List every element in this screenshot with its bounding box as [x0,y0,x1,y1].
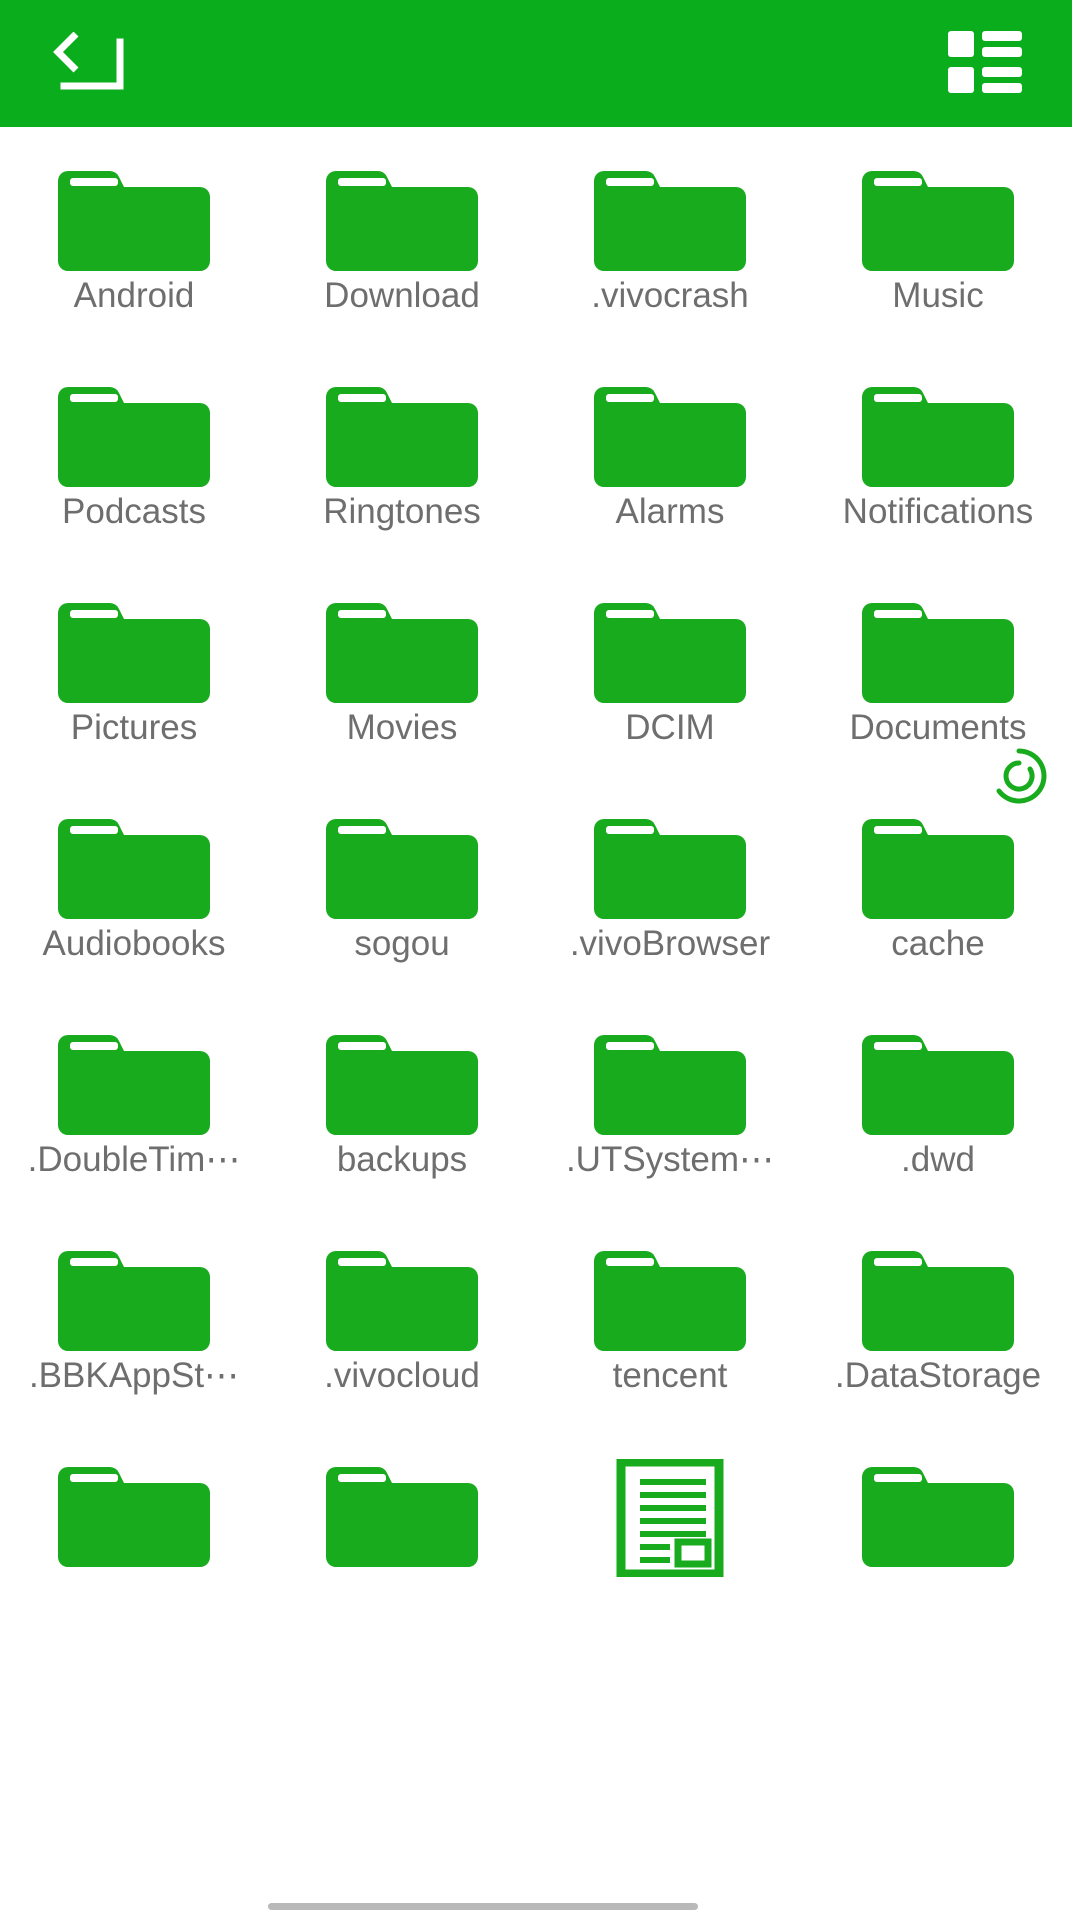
folder-icon [326,145,478,271]
folder-item[interactable]: .DoubleTim⋯ [0,1009,268,1225]
top-app-bar [0,0,1072,127]
folder-item[interactable]: backups [268,1009,536,1225]
item-label: cache [891,924,985,963]
folder-icon [594,793,746,919]
return-arrow-icon [50,31,128,99]
folder-item[interactable]: cache [804,748,1072,1009]
folder-item[interactable]: Documents [804,577,1072,793]
list-view-icon [948,31,1022,96]
file-item[interactable] [536,1441,804,1657]
folder-item[interactable]: Pictures [0,577,268,793]
folder-icon [594,577,746,703]
item-label: .BBKAppSt⋯ [28,1356,240,1395]
folder-icon [58,1441,210,1567]
folder-item[interactable]: Download [268,145,536,361]
folder-item[interactable]: .BBKAppSt⋯ [0,1225,268,1441]
folder-item[interactable]: Music [804,145,1072,361]
folder-item[interactable] [268,1441,536,1657]
file-grid: Android Download .vivocrash Music Podcas… [0,127,1072,1657]
item-label: Notifications [842,492,1034,531]
scrollbar[interactable] [0,1902,1072,1912]
folder-item[interactable]: Android [0,145,268,361]
item-label: DCIM [625,708,715,747]
item-label: Music [892,276,984,315]
item-label: .DoubleTim⋯ [27,1140,241,1179]
folder-icon [862,1009,1014,1135]
folder-icon [58,361,210,487]
item-label: sogou [354,924,450,963]
document-icon [594,1441,746,1577]
item-label: Download [324,276,480,315]
item-label: tencent [612,1356,728,1395]
item-label: .DataStorage [834,1356,1042,1395]
folder-icon [326,361,478,487]
folder-item[interactable]: .vivocloud [268,1225,536,1441]
folder-icon [58,793,210,919]
folder-item[interactable]: Podcasts [0,361,268,577]
folder-icon [326,1441,478,1567]
item-label: .vivocrash [591,276,749,315]
folder-icon [58,145,210,271]
folder-item[interactable]: sogou [268,793,536,1009]
item-label: backups [336,1140,468,1179]
folder-icon [862,577,1014,703]
folder-item[interactable]: .DataStorage [804,1225,1072,1441]
folder-item[interactable]: tencent [536,1225,804,1441]
item-label: Podcasts [62,492,206,531]
scrollbar-thumb[interactable] [268,1903,698,1910]
folder-item[interactable]: Audiobooks [0,793,268,1009]
item-label: Ringtones [323,492,481,531]
item-label: Movies [346,708,458,747]
folder-item[interactable] [0,1441,268,1657]
folder-icon [862,361,1014,487]
folder-item[interactable]: .dwd [804,1009,1072,1225]
item-label: Documents [849,708,1027,747]
item-label: .dwd [901,1140,975,1179]
folder-icon [862,1441,1014,1567]
folder-item[interactable] [804,1441,1072,1657]
folder-item[interactable]: Movies [268,577,536,793]
folder-icon [862,1225,1014,1351]
folder-item[interactable]: Notifications [804,361,1072,577]
folder-icon [326,1225,478,1351]
folder-item[interactable]: .UTSystem⋯ [536,1009,804,1225]
folder-icon [862,748,1047,919]
folder-item[interactable]: .vivocrash [536,145,804,361]
folder-item[interactable]: DCIM [536,577,804,793]
item-label: Audiobooks [42,924,226,963]
folder-icon [862,145,1014,271]
folder-item[interactable]: Ringtones [268,361,536,577]
folder-icon [326,793,478,919]
folder-icon [594,1225,746,1351]
folder-icon [594,361,746,487]
folder-icon [594,145,746,271]
item-label: Alarms [615,492,725,531]
view-toggle-button[interactable] [942,21,1028,107]
folder-item[interactable]: .vivoBrowser [536,793,804,1009]
folder-icon [58,577,210,703]
folder-icon [58,1009,210,1135]
folder-icon [594,1009,746,1135]
item-label: .vivocloud [324,1356,480,1395]
folder-icon [58,1225,210,1351]
item-label: Android [73,276,195,315]
folder-item[interactable]: Alarms [536,361,804,577]
item-label: Pictures [70,708,198,747]
item-label: .UTSystem⋯ [565,1140,775,1179]
item-label: .vivoBrowser [569,924,771,963]
back-button[interactable] [46,23,132,109]
folder-icon [326,1009,478,1135]
folder-icon [326,577,478,703]
